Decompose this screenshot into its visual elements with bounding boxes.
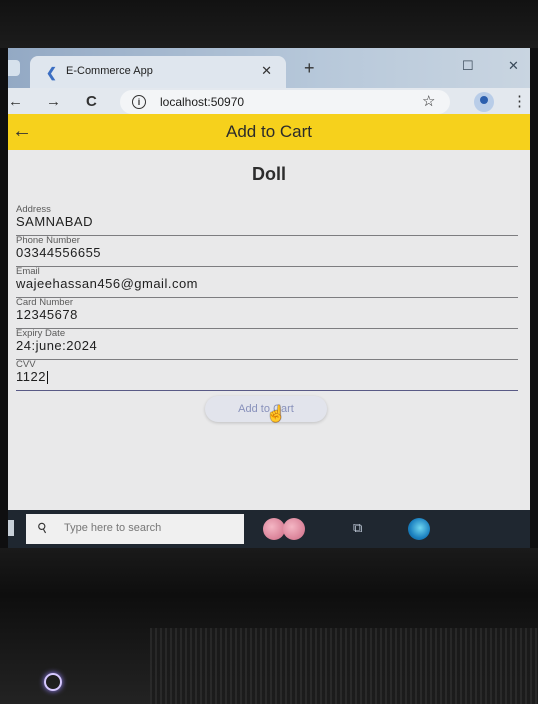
edge-icon[interactable] [408,518,430,540]
browser-tab-bar: ❮ E-Commerce App ✕ + ☐ ✕ [8,48,530,88]
page-title: Add to Cart [226,122,312,141]
flower-icon [283,518,305,540]
tab-title: E-Commerce App [66,65,153,77]
cvv-field[interactable]: CVV 1122 [16,359,518,391]
field-value: SAMNABAD [16,214,93,229]
maximize-icon[interactable]: ☐ [462,58,474,74]
star-icon[interactable]: ☆ [422,92,435,110]
photo-background-top [0,0,538,48]
menu-icon[interactable]: ⋮ [512,92,527,110]
address-bar[interactable]: i localhost:50970 [120,90,450,114]
back-icon[interactable]: ← [8,93,23,110]
taskbar-search[interactable]: ⚲ Type here to search [26,514,244,544]
url-text: localhost:50970 [160,95,245,109]
site-info-icon[interactable]: i [132,95,146,109]
monitor-screen: ❮ E-Commerce App ✕ + ☐ ✕ ← → C i localho… [8,48,530,548]
field-value: wajeehassan456@gmail.com [16,276,199,291]
tab-close-icon[interactable]: ✕ [261,63,272,79]
keyboard-area [150,628,538,704]
phone-number-field[interactable]: Phone Number 03344556655 [16,235,518,267]
browser-tab[interactable]: ❮ E-Commerce App ✕ [30,56,286,88]
field-value-wrap: 1122 [16,369,48,385]
app-bar: ← Add to Cart [8,114,530,150]
hand-cursor-icon: ☝ [266,406,286,423]
card-number-field[interactable]: Card Number 12345678 [16,297,518,329]
browser-toolbar: ← → C i localhost:50970 ☆ ⋮ [8,88,530,116]
product-name: Doll [252,164,286,184]
email-field[interactable]: Email wajeehassan456@gmail.com [16,266,518,298]
window-icon [8,60,20,76]
text-cursor [46,371,48,385]
reload-icon[interactable]: C [86,93,97,110]
search-placeholder: Type here to search [64,522,162,534]
task-view-icon[interactable]: ⧉ [353,520,362,536]
flower-icon [263,518,285,540]
address-field[interactable]: Address SAMNABAD [16,204,518,236]
windows-taskbar: ⚲ Type here to search ⧉ [8,510,530,548]
start-button[interactable] [8,520,14,536]
field-value: 03344556655 [16,245,102,260]
field-value: 24:june:2024 [16,338,98,353]
tab-favicon-icon: ❮ [46,65,57,80]
new-tab-icon[interactable]: + [304,58,315,79]
expiry-date-field[interactable]: Expiry Date 24:june:2024 [16,328,518,360]
field-value: 12345678 [16,307,78,322]
forward-icon[interactable]: → [46,93,61,110]
window-close-icon[interactable]: ✕ [508,58,519,74]
profile-icon[interactable] [474,92,494,112]
field-value: 1122 [16,369,46,384]
power-icon[interactable] [44,673,62,691]
search-icon: ⚲ [34,518,51,537]
